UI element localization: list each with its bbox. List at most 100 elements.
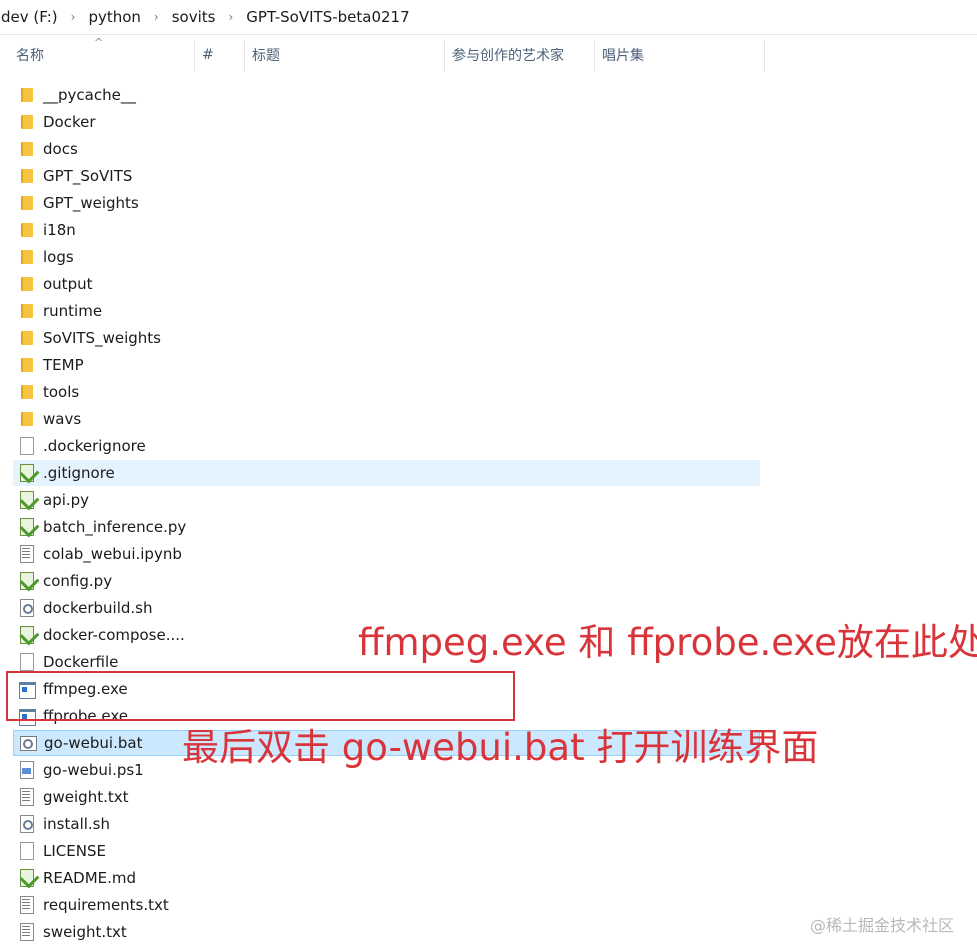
file-row[interactable]: TEMP	[13, 352, 760, 378]
folder-icon	[18, 301, 36, 321]
file-name: Dockerfile	[43, 653, 119, 671]
highlight-box	[6, 671, 515, 721]
file-name: config.py	[43, 572, 113, 590]
breadcrumb-item-current-folder[interactable]: GPT-SoVITS-beta0217	[244, 8, 411, 26]
breadcrumb-item-python[interactable]: python	[86, 8, 142, 26]
column-title[interactable]: 标题	[252, 36, 280, 74]
column-album-label: 唱片集	[602, 48, 644, 64]
notepad-file-icon	[18, 490, 36, 510]
file-row[interactable]: batch_inference.py	[13, 514, 760, 540]
file-name: install.sh	[43, 815, 110, 833]
file-row[interactable]: .dockerignore	[13, 433, 760, 459]
folder-icon	[18, 112, 36, 132]
file-row[interactable]: Docker	[13, 109, 760, 135]
folder-icon	[18, 409, 36, 429]
file-name: .dockerignore	[43, 437, 146, 455]
column-header: ^ 名称 # 标题 参与创作的艺术家 唱片集	[0, 36, 977, 74]
notepad-file-icon	[18, 625, 36, 645]
folder-icon	[18, 166, 36, 186]
chevron-right-icon[interactable]: ›	[71, 10, 76, 24]
file-row[interactable]: runtime	[13, 298, 760, 324]
file-row[interactable]: requirements.txt	[13, 892, 760, 918]
text-file-icon	[18, 787, 36, 807]
breadcrumb: dev (F:) › python › sovits › GPT-SoVITS-…	[0, 0, 977, 35]
file-row[interactable]: README.md	[13, 865, 760, 891]
file-row[interactable]: GPT_SoVITS	[13, 163, 760, 189]
folder-icon	[18, 274, 36, 294]
blank-file-icon	[18, 652, 36, 672]
file-name: gweight.txt	[43, 788, 129, 806]
file-row[interactable]: api.py	[13, 487, 760, 513]
file-name: i18n	[43, 221, 76, 239]
file-row[interactable]: GPT_weights	[13, 190, 760, 216]
file-row[interactable]: __pycache__	[13, 82, 760, 108]
file-row[interactable]: docs	[13, 136, 760, 162]
file-name: __pycache__	[43, 86, 136, 104]
file-name: .gitignore	[43, 464, 115, 482]
file-name: colab_webui.ipynb	[43, 545, 182, 563]
file-name: SoVITS_weights	[43, 329, 161, 347]
text-file-icon	[18, 544, 36, 564]
file-row[interactable]: colab_webui.ipynb	[13, 541, 760, 567]
script-file-icon	[18, 598, 36, 618]
folder-icon	[18, 328, 36, 348]
file-name: runtime	[43, 302, 103, 320]
notepad-file-icon	[18, 868, 36, 888]
column-artists[interactable]: 参与创作的艺术家	[452, 36, 564, 74]
file-name: dockerbuild.sh	[43, 599, 153, 617]
file-row[interactable]: logs	[13, 244, 760, 270]
file-row[interactable]: sweight.txt	[13, 919, 760, 945]
file-row[interactable]: SoVITS_weights	[13, 325, 760, 351]
breadcrumb-item-drive[interactable]: dev (F:)	[0, 8, 60, 26]
column-divider[interactable]	[444, 40, 445, 72]
watermark: @稀土掘金技术社区	[810, 916, 955, 935]
file-row[interactable]: i18n	[13, 217, 760, 243]
file-name: TEMP	[43, 356, 84, 374]
file-row[interactable]: .gitignore	[13, 460, 760, 486]
batch-file-icon	[19, 733, 37, 753]
folder-icon	[18, 139, 36, 159]
column-divider[interactable]	[764, 40, 765, 72]
file-name: Docker	[43, 113, 96, 131]
column-name[interactable]: 名称	[16, 36, 44, 74]
column-title-label: 标题	[252, 48, 280, 64]
column-artists-label: 参与创作的艺术家	[452, 48, 564, 64]
file-row[interactable]: config.py	[13, 568, 760, 594]
file-row[interactable]: wavs	[13, 406, 760, 432]
script-file-icon	[18, 814, 36, 834]
file-row[interactable]: gweight.txt	[13, 784, 760, 810]
column-name-label: 名称	[16, 48, 44, 64]
text-file-icon	[18, 922, 36, 942]
folder-icon	[18, 382, 36, 402]
folder-icon	[18, 85, 36, 105]
file-name: GPT_weights	[43, 194, 139, 212]
file-name: LICENSE	[43, 842, 106, 860]
file-name: go-webui.bat	[44, 734, 143, 752]
blank-file-icon	[18, 841, 36, 861]
column-divider[interactable]	[594, 40, 595, 72]
file-row[interactable]: LICENSE	[13, 838, 760, 864]
annotation-run-webui: 最后双击 go-webui.bat 打开训练界面	[182, 726, 819, 769]
file-name: output	[43, 275, 93, 293]
column-number[interactable]: #	[202, 36, 214, 74]
column-divider[interactable]	[194, 40, 195, 72]
column-album[interactable]: 唱片集	[602, 36, 644, 74]
file-name: batch_inference.py	[43, 518, 187, 536]
file-name: tools	[43, 383, 80, 401]
powershell-file-icon	[18, 760, 36, 780]
file-name: requirements.txt	[43, 896, 169, 914]
file-row[interactable]: install.sh	[13, 811, 760, 837]
notepad-file-icon	[18, 517, 36, 537]
file-row[interactable]: tools	[13, 379, 760, 405]
folder-icon	[18, 220, 36, 240]
file-name: README.md	[43, 869, 137, 887]
breadcrumb-item-sovits[interactable]: sovits	[170, 8, 218, 26]
notepad-file-icon	[18, 463, 36, 483]
chevron-right-icon[interactable]: ›	[154, 10, 159, 24]
column-divider[interactable]	[244, 40, 245, 72]
text-file-icon	[18, 895, 36, 915]
sort-ascending-icon: ^	[94, 36, 104, 49]
file-row[interactable]: output	[13, 271, 760, 297]
file-name: api.py	[43, 491, 90, 509]
chevron-right-icon[interactable]: ›	[228, 10, 233, 24]
